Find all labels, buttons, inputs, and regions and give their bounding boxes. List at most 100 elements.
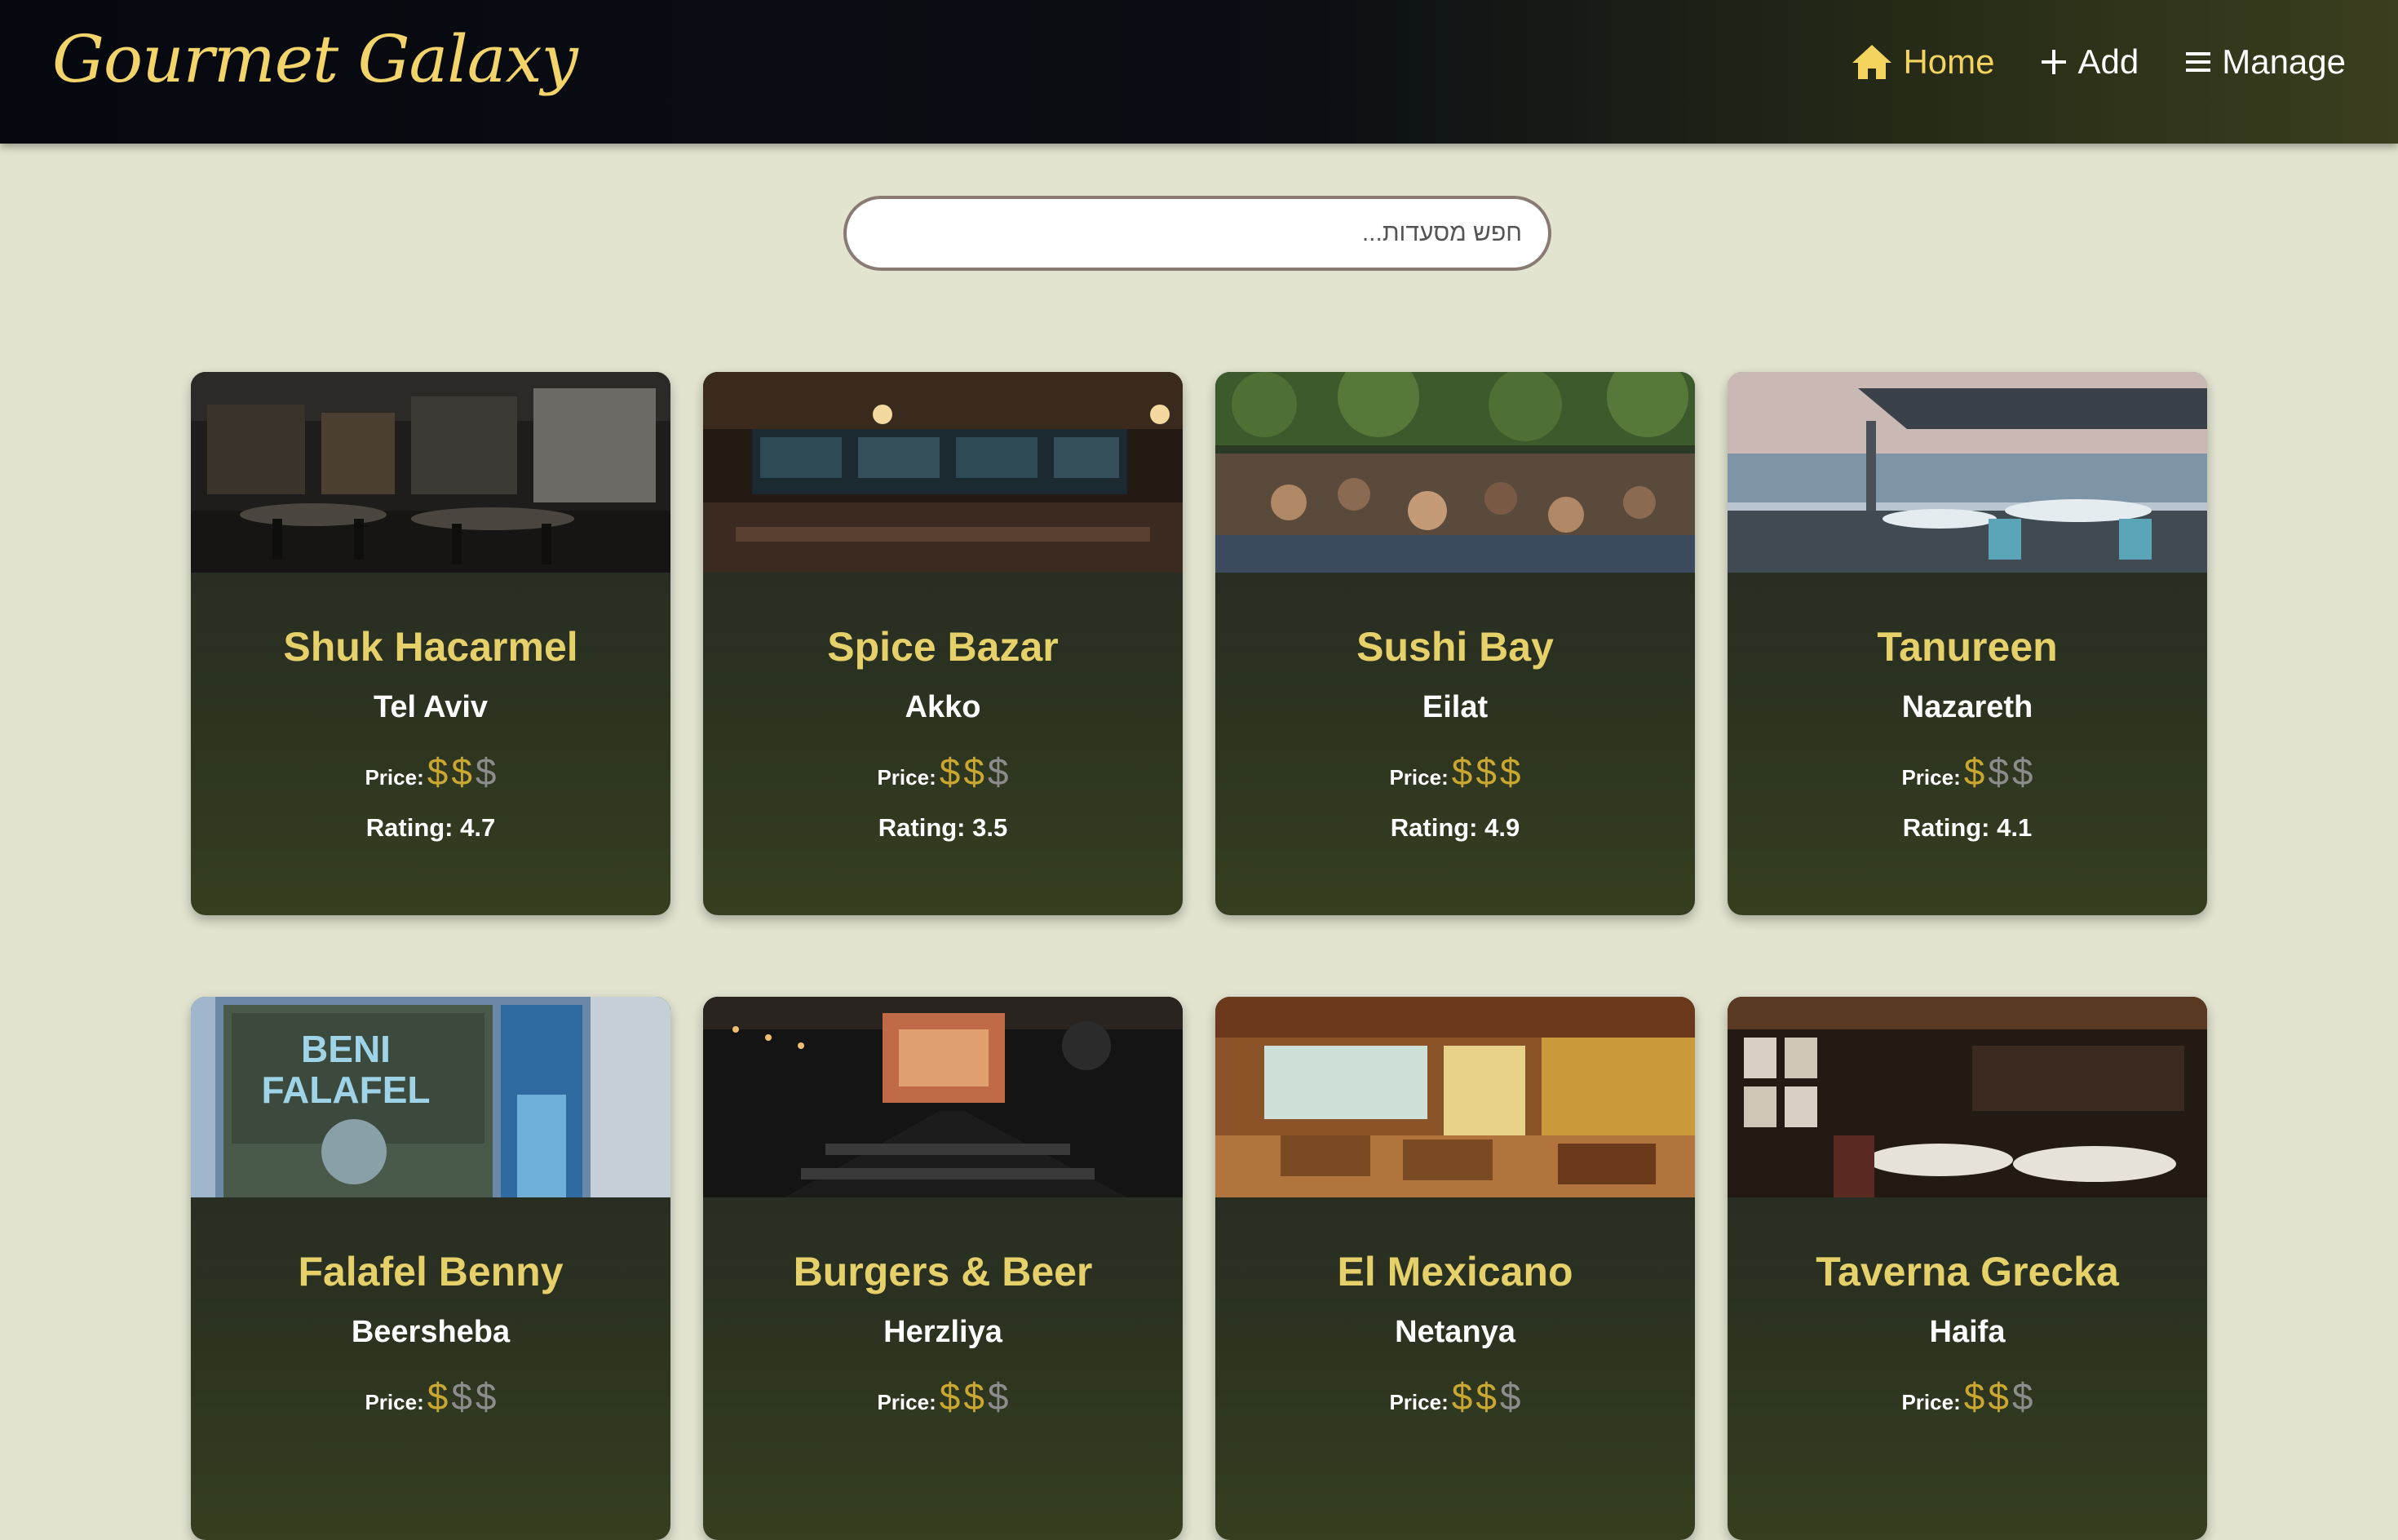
price-label: Price: [365,1390,424,1414]
price-dollar-sign: $ [1476,750,1497,793]
price-dollars: $$$ [1449,750,1521,793]
price-label: Price: [877,1390,936,1414]
menu-icon [2186,52,2211,72]
restaurant-image [703,997,1183,1197]
restaurant-name: Burgers & Beer [793,1249,1093,1294]
site-logo[interactable]: Gourmet Galaxy [52,21,578,97]
restaurant-image: BENI FALAFEL [191,997,670,1197]
restaurant-card[interactable]: Taverna Grecka Haifa Price:$$$ [1728,997,2207,1540]
restaurant-image [1215,372,1695,573]
svg-text:FALAFEL: FALAFEL [262,1069,431,1111]
restaurant-name: Tanureen [1877,624,2058,670]
price-dollars: $$$ [1961,750,2033,793]
restaurant-city: Herzliya [883,1315,1002,1349]
price-dollar-sign: $ [2011,750,2033,793]
search-input[interactable] [843,196,1551,271]
price-label: Price: [877,765,936,790]
price-label: Price: [1901,1390,1961,1414]
price-dollar-sign: $ [1476,1375,1497,1418]
restaurant-image [703,372,1183,573]
price-dollar-sign: $ [1988,1375,2009,1418]
restaurant-image [1215,997,1695,1197]
price-dollar-sign: $ [987,750,1009,793]
restaurant-name: Falafel Benny [298,1249,564,1294]
rating-label: Rating: [878,813,966,842]
restaurant-price: Price:$$$ [703,750,1183,794]
restaurant-name: El Mexicano [1337,1249,1573,1294]
price-dollar-sign: $ [475,1375,497,1418]
restaurant-name: Spice Bazar [827,624,1059,670]
restaurant-name: Taverna Grecka [1816,1249,2119,1294]
restaurant-card[interactable]: Shuk Hacarmel Tel Aviv Price:$$$ Rating:… [191,372,670,915]
price-dollars: $$$ [936,750,1009,793]
nav-links: Home Add Manage [1851,42,2346,82]
nav-home-link[interactable]: Home [1851,42,1994,82]
price-dollars: $$$ [1449,1375,1521,1418]
price-dollar-sign: $ [451,750,472,793]
rating-label: Rating: [1390,813,1478,842]
restaurant-rating: Rating: 4.9 [1215,813,1695,843]
restaurant-city: Nazareth [1901,690,2033,724]
rating-label: Rating: [365,813,453,842]
restaurant-price: Price:$$$ [1215,1374,1695,1418]
price-dollar-sign: $ [427,1375,449,1418]
price-dollar-sign: $ [1988,750,2009,793]
price-dollar-sign: $ [475,750,497,793]
restaurant-price: Price:$$$ [1728,1374,2207,1418]
restaurant-price: Price:$$$ [191,1374,670,1418]
price-dollar-sign: $ [963,1375,984,1418]
top-navbar: Gourmet Galaxy Home Add Manage [0,0,2398,144]
restaurant-image [1728,997,2207,1197]
restaurant-price: Price:$$$ [703,1374,1183,1418]
price-dollar-sign: $ [987,1375,1009,1418]
price-dollar-sign: $ [939,750,961,793]
restaurant-card[interactable]: Tanureen Nazareth Price:$$$ Rating: 4.1 [1728,372,2207,915]
price-label: Price: [1389,1390,1449,1414]
restaurant-card[interactable]: El Mexicano Netanya Price:$$$ [1215,997,1695,1540]
nav-home-label: Home [1903,42,1995,81]
rating-value: 4.7 [460,813,496,842]
restaurant-name: Sushi Bay [1356,624,1554,670]
price-label: Price: [1389,765,1449,790]
nav-manage-link[interactable]: Manage [2184,42,2346,82]
restaurant-price: Price:$$$ [1728,750,2207,794]
price-dollar-sign: $ [2011,1375,2033,1418]
rating-value: 4.9 [1484,813,1520,842]
price-dollar-sign: $ [451,1375,472,1418]
price-dollar-sign: $ [1963,1375,1985,1418]
restaurant-card[interactable]: Spice Bazar Akko Price:$$$ Rating: 3.5 [703,372,1183,915]
restaurant-card[interactable]: Sushi Bay Eilat Price:$$$ Rating: 4.9 [1215,372,1695,915]
svg-text:BENI: BENI [301,1028,391,1070]
price-dollar-sign: $ [939,1375,961,1418]
nav-manage-label: Manage [2222,42,2346,81]
restaurant-city: Akko [905,690,981,724]
rating-value: 4.1 [1997,813,2033,842]
restaurant-card[interactable]: Burgers & Beer Herzliya Price:$$$ [703,997,1183,1540]
rating-value: 3.5 [972,813,1008,842]
rating-label: Rating: [1902,813,1990,842]
restaurant-rating: Rating: 3.5 [703,813,1183,843]
price-dollar-sign: $ [1963,750,1985,793]
restaurant-city: Beersheba [351,1315,511,1349]
price-dollars: $$$ [1961,1375,2033,1418]
price-dollar-sign: $ [427,750,449,793]
price-dollar-sign: $ [1499,750,1521,793]
price-dollars: $$$ [424,1375,497,1418]
nav-add-link[interactable]: Add [2040,42,2139,82]
restaurant-image [191,372,670,573]
price-dollar-sign: $ [1499,1375,1521,1418]
restaurant-city: Netanya [1395,1315,1515,1349]
plus-icon [2042,50,2067,74]
price-dollar-sign: $ [1451,750,1473,793]
restaurant-rating: Rating: 4.7 [191,813,670,843]
price-label: Price: [1901,765,1961,790]
restaurant-name: Shuk Hacarmel [283,624,578,670]
restaurant-card[interactable]: BENI FALAFEL Falafel Benny Beersheba Pri… [191,997,670,1540]
price-dollars: $$$ [424,750,497,793]
price-dollars: $$$ [936,1375,1009,1418]
home-icon [1852,45,1892,79]
restaurant-city: Tel Aviv [373,690,489,724]
restaurant-price: Price:$$$ [191,750,670,794]
restaurant-price: Price:$$$ [1215,750,1695,794]
restaurant-image [1728,372,2207,573]
